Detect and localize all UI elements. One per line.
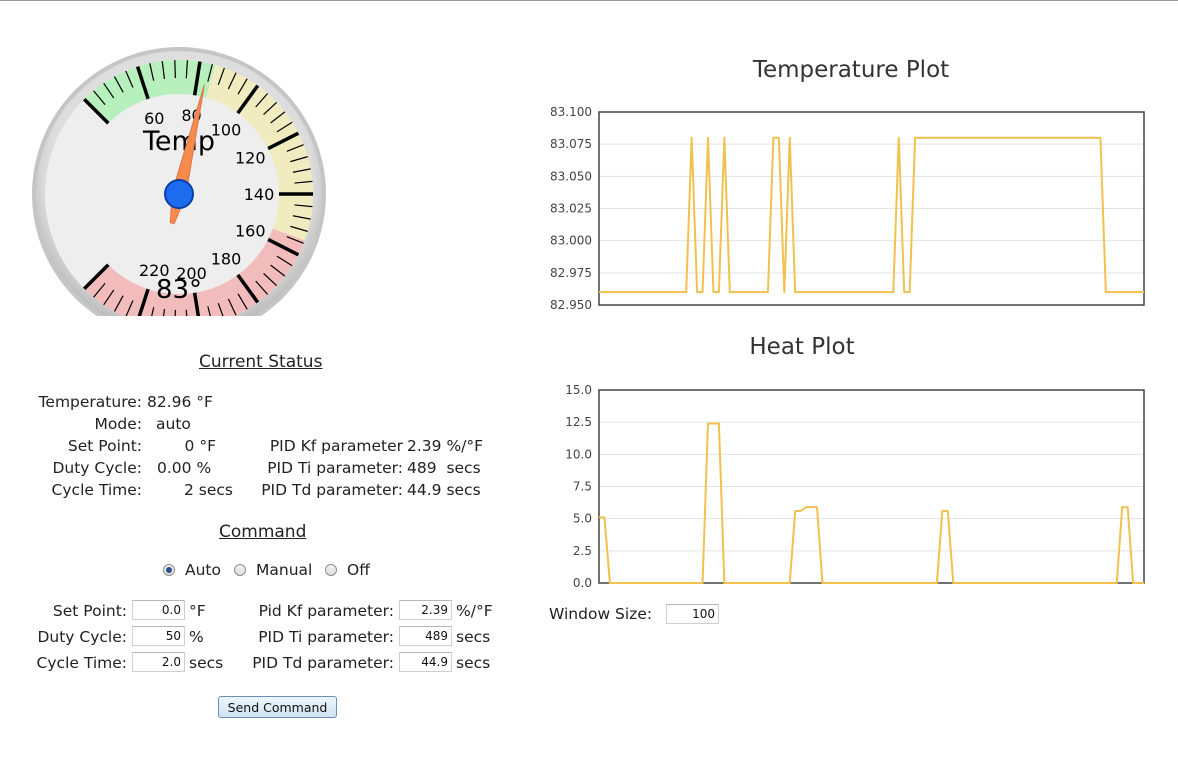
gauge-tick-label: 160 [235,221,266,240]
status-kf-value: 2.39 %/°F [407,437,484,455]
td-input[interactable] [399,652,452,672]
setpoint-input[interactable] [132,600,185,620]
setpoint-unit: °F [189,602,206,620]
status-cycle-label: Cycle Time: [51,481,142,499]
cmd-cycle-label: Cycle Time: [36,654,127,672]
command-heading: Command [219,522,307,542]
temperature-plot: 82.950 82.975 83.000 83.025 83.050 83.075 83.1… [550,105,1145,312]
gauge-minor-tick [174,309,176,316]
status-ti-label: PID Ti parameter: [267,459,403,477]
send-command-button[interactable]: Send Command [218,696,337,718]
plot-y-tick-label: 5.0 [573,512,592,526]
gauge-title: Temp [142,126,215,157]
cmd-td-label: PID Td parameter: [252,654,394,672]
plot-y-tick-label: 83.100 [550,105,592,119]
gauge-minor-tick [174,60,176,79]
mode-manual-label[interactable]: Manual [256,561,312,579]
status-mode-label: Mode: [94,415,142,433]
plot-y-tick-label: 7.5 [573,480,592,494]
status-temperature-value: 82.96 °F [147,393,213,411]
duty-cycle-unit: % [189,628,204,646]
gauge-tick-label: 120 [235,149,266,168]
status-td-label: PID Td parameter: [261,481,403,499]
status-cycle-value: 2 secs [184,481,233,499]
status-mode-value: auto [156,415,191,433]
duty-cycle-input[interactable] [132,626,185,646]
cmd-setpoint-label: Set Point: [52,602,127,620]
plot-y-tick-label: 83.025 [550,202,592,216]
plot-series-line [599,136,1144,294]
cmd-kf-label: Pid Kf parameter: [258,602,394,620]
mode-off-label[interactable]: Off [347,561,370,579]
kf-unit: %/°F [456,602,493,620]
plot-y-tick-label: 82.950 [550,298,592,312]
ti-input[interactable] [399,626,452,646]
status-ti-value: 489 secs [407,459,481,477]
window-size-input[interactable] [666,604,719,624]
status-kf-label: PID Kf parameter [269,437,403,455]
gauge-tick-label: 100 [211,120,242,139]
status-td-value: 44.9 secs [407,481,481,499]
td-unit: secs [456,654,491,672]
plot-y-tick-label: 2.5 [573,544,592,558]
plot-series-line [599,422,1144,584]
gauge-hub [164,179,194,209]
kf-input[interactable] [399,600,452,620]
gauge-tick-label: 140 [244,185,275,204]
cmd-duty-label: Duty Cycle: [37,628,127,646]
gauge-value-readout: 83° [156,275,202,305]
plot-y-tick-label: 12.5 [565,415,592,429]
mode-manual-radio[interactable] [234,564,246,576]
plot-y-tick-label: 83.075 [550,137,592,151]
status-temperature-label: Temperature: [38,393,142,411]
cycle-time-input[interactable] [132,652,185,672]
status-setpoint-value: 0 °F [184,437,216,455]
mode-off-radio[interactable] [325,564,337,576]
cycle-time-unit: secs [189,654,224,672]
status-duty-label: Duty Cycle: [52,459,142,477]
plot-y-tick-label: 0.0 [573,576,592,590]
plot-y-tick-label: 15.0 [565,383,592,397]
temperature-gauge: 60 80100120140160180200220 Temp 83° [32,47,326,316]
plot-y-tick-label: 83.050 [550,169,592,183]
heat-plot-title: Heat Plot [749,334,855,360]
status-setpoint-label: Set Point: [67,437,142,455]
plot-y-tick-label: 83.000 [550,234,592,248]
temperature-plot-title: Temperature Plot [752,57,950,83]
plot-y-tick-label: 10.0 [565,447,592,461]
cmd-ti-label: PID Ti parameter: [258,628,394,646]
current-status-heading: Current Status [199,352,323,372]
heat-plot: 0.0 2.5 5.0 7.5 10.0 12.5 15.0 [565,383,1145,590]
ti-unit: secs [456,628,491,646]
window-size-label: Window Size: [549,605,653,623]
gauge-tick-label: 180 [211,250,242,269]
mode-auto-label[interactable]: Auto [185,561,221,579]
mode-auto-radio[interactable] [163,564,175,576]
plot-y-tick-label: 82.975 [550,266,592,280]
status-duty-value: 0.00 % [157,459,212,477]
